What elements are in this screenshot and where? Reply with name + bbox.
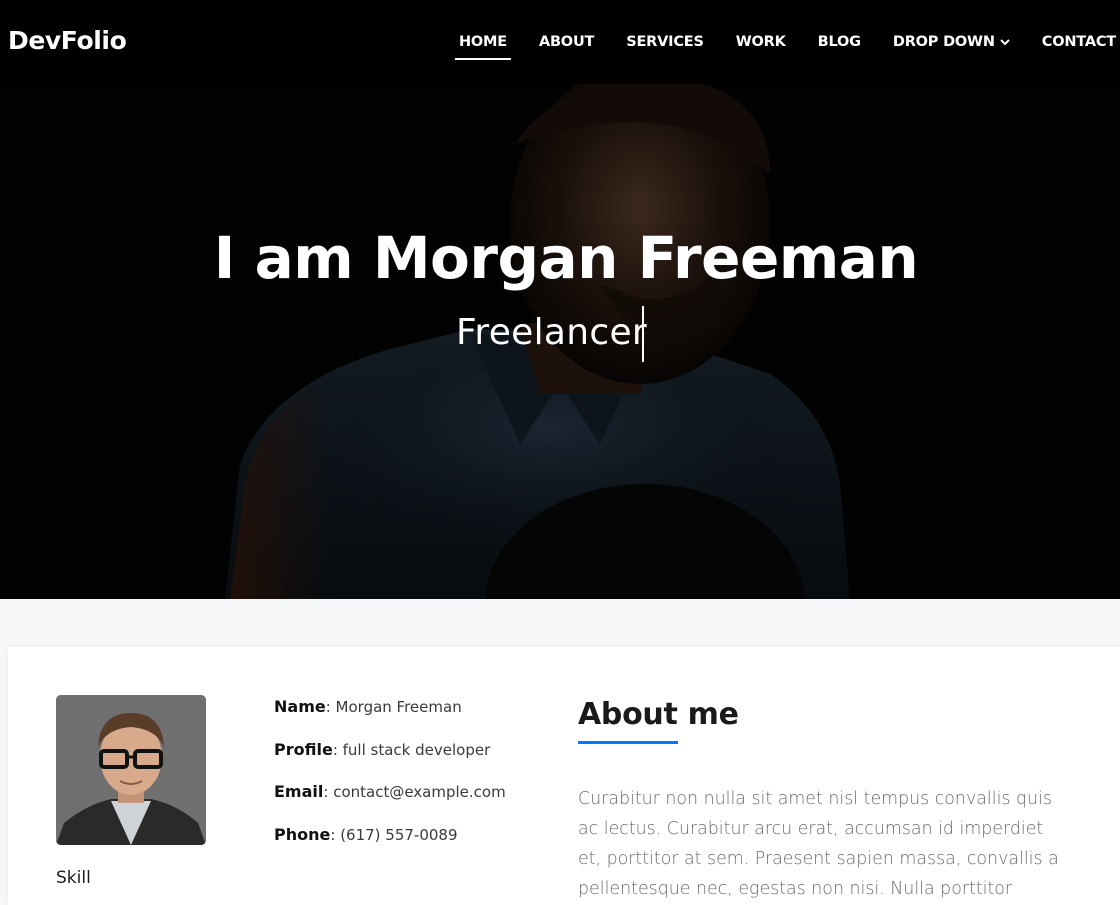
nav-services[interactable]: SERVICES [626, 0, 704, 84]
title-underline [578, 741, 678, 744]
info-name: Name: Morgan Freeman [274, 697, 462, 716]
info-email: Email: contact@example.com [274, 782, 506, 801]
info-email-key: Email [274, 782, 324, 801]
nav-services-label: SERVICES [626, 34, 704, 50]
nav-blog[interactable]: BLOG [818, 0, 861, 84]
nav-home-label: HOME [458, 34, 507, 50]
main-nav: HOME ABOUT SERVICES WORK BLOG DROP DOWN … [427, 0, 1116, 84]
nav-about[interactable]: ABOUT [539, 0, 594, 84]
profile-photo [56, 695, 206, 845]
info-name-key: Name [274, 697, 326, 716]
chevron-down-icon [1000, 37, 1010, 47]
avatar [56, 695, 206, 845]
nav-home[interactable]: HOME [454, 0, 511, 84]
nav-work[interactable]: WORK [736, 0, 786, 84]
nav-blog-label: BLOG [817, 34, 861, 50]
nav-contact-label: CONTACT [1041, 34, 1116, 50]
typing-cursor [642, 306, 644, 362]
logo[interactable]: DevFolio [8, 26, 127, 55]
hero-title: I am Morgan Freeman [213, 224, 919, 292]
hero-typed-text: Freelancer [456, 312, 648, 353]
hero-section: I am Morgan Freeman Freelancer [0, 84, 1120, 599]
about-card: Skill Name: Morgan Freeman Profile: full… [8, 647, 1120, 905]
info-profile: Profile: full stack developer [274, 739, 491, 759]
nav-dropdown[interactable]: DROP DOWN [893, 0, 1010, 84]
about-paragraph: Curabitur non nulla sit amet nisl tempus… [578, 789, 1059, 899]
site-header: DevFolio HOME ABOUT SERVICES WORK BLOG D… [0, 0, 1120, 84]
info-name-value: Morgan Freeman [335, 698, 462, 716]
skill-heading: Skill [56, 868, 91, 888]
info-email-value: contact@example.com [333, 783, 506, 801]
nav-about-label: ABOUT [538, 34, 595, 50]
nav-contact[interactable]: CONTACT [1042, 0, 1116, 84]
info-phone: Phone: (617) 557-0089 [274, 824, 458, 844]
info-profile-value: full stack developer [342, 740, 491, 759]
about-title: About me [578, 697, 739, 732]
info-phone-key: Phone [274, 824, 331, 844]
nav-dropdown-label: DROP DOWN [892, 34, 995, 50]
nav-work-label: WORK [735, 34, 786, 50]
info-profile-key: Profile [274, 739, 333, 759]
profile-info: Name: Morgan Freeman Profile: full stack… [274, 697, 506, 867]
info-phone-value: (617) 557-0089 [340, 825, 458, 844]
